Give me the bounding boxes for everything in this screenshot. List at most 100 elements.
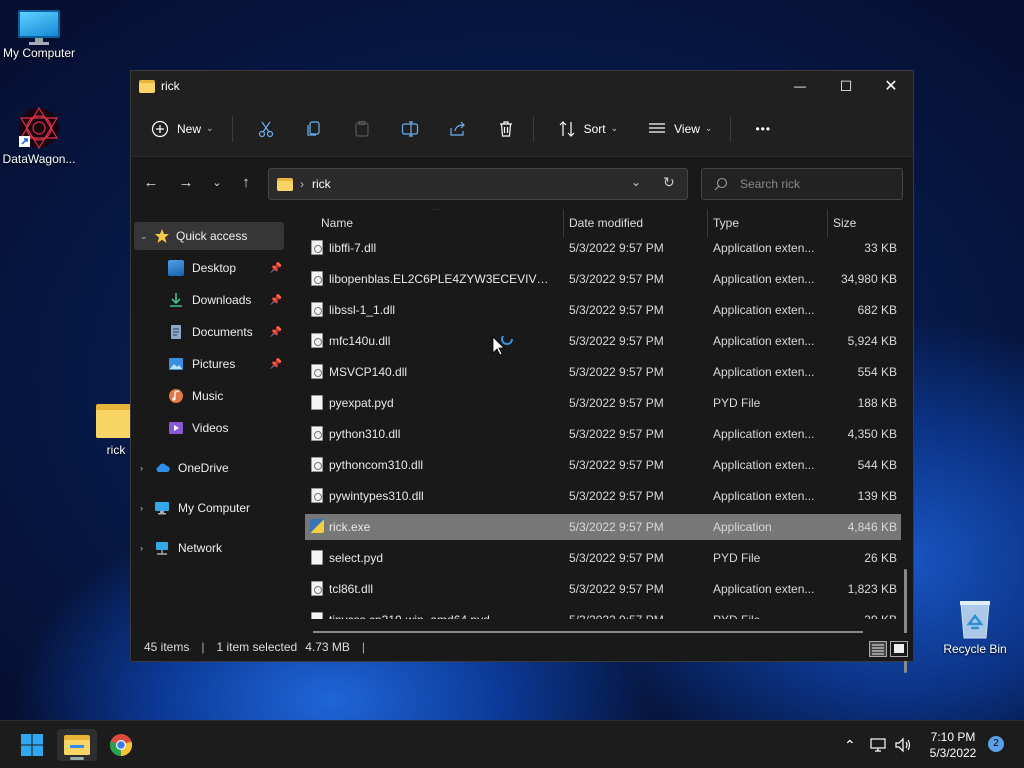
table-row[interactable]: tinycss.cp310-win_amd64.pyd 5/3/2022 9:57…	[305, 607, 901, 619]
sidebar-item-label: Pictures	[192, 357, 236, 371]
monitor-icon	[18, 10, 60, 45]
file-date: 5/3/2022 9:57 PM	[569, 365, 664, 379]
column-header-name[interactable]: Name	[321, 216, 353, 230]
music-icon	[169, 389, 183, 403]
maximize-button[interactable]: ☐	[823, 71, 869, 101]
table-row[interactable]: select.pyd 5/3/2022 9:57 PM PYD File 26 KB	[305, 545, 901, 571]
column-header-type[interactable]: Type	[713, 216, 739, 230]
tray-overflow-button[interactable]: ⌃	[844, 721, 856, 768]
sidebar-item-quick-access[interactable]: ⌄ Quick access	[134, 222, 284, 250]
file-rows: libffi-7.dll 5/3/2022 9:57 PM Application …	[293, 237, 913, 619]
desktop-icon-datawagon[interactable]: DataWagon...	[0, 106, 79, 166]
sidebar-item-pictures[interactable]: Pictures 📌	[168, 350, 286, 378]
column-header-size[interactable]: Size	[833, 216, 856, 230]
arrow-right-icon: →	[178, 174, 194, 191]
table-row-selected[interactable]: rick.exe 5/3/2022 9:57 PM Application 4,846…	[305, 514, 901, 540]
details-view-button[interactable]	[869, 641, 887, 657]
sidebar-item-downloads[interactable]: Downloads 📌	[168, 286, 286, 314]
taskbar-chrome[interactable]	[101, 729, 141, 761]
search-input[interactable]	[740, 177, 900, 191]
minimize-button[interactable]: —	[777, 71, 823, 101]
file-type: Application exten...	[713, 241, 815, 255]
network-wired-icon	[870, 738, 886, 752]
notification-badge[interactable]: 2	[988, 736, 1004, 752]
recent-locations-button[interactable]: ⌄	[207, 173, 227, 193]
copy-button[interactable]	[299, 113, 329, 145]
column-divider[interactable]	[707, 209, 708, 237]
file-name: pythoncom310.dll	[329, 458, 424, 472]
close-button[interactable]: ✕	[868, 71, 914, 101]
table-row[interactable]: pywintypes310.dll 5/3/2022 9:57 PM Applica…	[305, 483, 901, 509]
file-name: python310.dll	[329, 427, 401, 441]
new-button[interactable]: New ⌄	[145, 113, 220, 145]
column-divider[interactable]	[827, 209, 828, 237]
refresh-icon[interactable]: ↻	[663, 174, 675, 191]
chevron-down-icon: ⌄	[610, 123, 619, 133]
share-button[interactable]	[443, 113, 473, 145]
sidebar-item-onedrive[interactable]: › OneDrive	[140, 454, 286, 482]
back-button[interactable]: ←	[141, 173, 161, 193]
close-icon: ✕	[884, 78, 898, 95]
network-status-button[interactable]	[870, 721, 888, 768]
chrome-icon	[109, 734, 133, 757]
file-explorer-icon	[64, 735, 90, 755]
column-header-date[interactable]: Date modified	[569, 216, 643, 230]
table-row[interactable]: tcl86t.dll 5/3/2022 9:57 PM Application ex…	[305, 576, 901, 602]
sort-button[interactable]: Sort ⌄	[552, 113, 625, 145]
forward-button[interactable]: →	[176, 173, 196, 193]
view-button[interactable]: View ⌄	[642, 113, 718, 145]
delete-button[interactable]	[491, 113, 521, 145]
table-row[interactable]: libopenblas.EL2C6PLE4ZYW3ECEVIV3OX... 5/3…	[305, 266, 901, 292]
sidebar-item-videos[interactable]: Videos	[168, 414, 286, 442]
breadcrumb-rick[interactable]: rick	[312, 177, 331, 191]
dll-file-icon	[311, 364, 323, 379]
python-exe-icon	[310, 519, 324, 533]
title-bar[interactable]: rick — ☐ ✕	[131, 71, 913, 101]
desktop-icon-my-computer[interactable]: My Computer	[0, 10, 79, 60]
table-row[interactable]: pyexpat.pyd 5/3/2022 9:57 PM PYD File 188 K…	[305, 390, 901, 416]
file-icon	[311, 550, 323, 565]
sidebar-item-label: Downloads	[192, 293, 252, 307]
table-row[interactable]: libssl-1_1.dll 5/3/2022 9:57 PM Applicatio…	[305, 297, 901, 323]
sort-ascending-icon: ^	[433, 209, 438, 216]
table-row[interactable]: libffi-7.dll 5/3/2022 9:57 PM Application …	[305, 237, 901, 261]
table-row[interactable]: pythoncom310.dll 5/3/2022 9:57 PM Applicat…	[305, 452, 901, 478]
file-date: 5/3/2022 9:57 PM	[569, 458, 664, 472]
column-header-row: ^ Name Date modified Type Size	[293, 209, 913, 237]
sidebar-item-my-computer[interactable]: › My Computer	[140, 494, 286, 522]
sidebar-item-music[interactable]: Music	[168, 382, 286, 410]
address-bar[interactable]: › rick ⌄ ↻	[268, 168, 688, 200]
sidebar-item-label: Network	[178, 541, 223, 555]
volume-button[interactable]	[894, 721, 912, 768]
sidebar-item-network[interactable]: › Network	[140, 534, 286, 562]
up-button[interactable]: ↑	[236, 173, 256, 193]
taskbar-file-explorer[interactable]	[57, 729, 97, 761]
file-type: Application exten...	[713, 303, 815, 317]
system-clock[interactable]: 7:10 PM 5/3/2022	[918, 729, 988, 761]
table-row[interactable]: MSVCP140.dll 5/3/2022 9:57 PM Application …	[305, 359, 901, 385]
paste-button[interactable]	[347, 113, 377, 145]
column-divider[interactable]	[563, 209, 564, 237]
address-dropdown-icon[interactable]: ⌄	[631, 175, 641, 189]
cut-button[interactable]	[251, 113, 281, 145]
sidebar-item-desktop[interactable]: Desktop 📌	[168, 254, 286, 282]
pin-icon: 📌	[269, 358, 282, 370]
search-box[interactable]	[701, 168, 903, 200]
rename-button[interactable]	[395, 113, 425, 145]
file-type: Application exten...	[713, 334, 815, 348]
table-row[interactable]: mfc140u.dll 5/3/2022 9:57 PM Application e…	[305, 328, 901, 354]
table-row[interactable]: python310.dll 5/3/2022 9:57 PM Application…	[305, 421, 901, 447]
file-name: mfc140u.dll	[329, 334, 391, 348]
toolbar-divider	[532, 115, 534, 142]
thumbnail-view-button[interactable]	[890, 641, 908, 657]
file-explorer-window: rick — ☐ ✕ New ⌄ Sort ⌄ View ⌄ ••• ← → ⌄…	[130, 70, 914, 673]
start-button[interactable]	[12, 729, 52, 761]
dll-file-icon	[311, 581, 323, 596]
sidebar-item-documents[interactable]: Documents 📌	[168, 318, 286, 346]
file-type: PYD File	[713, 396, 761, 410]
more-options-button[interactable]: •••	[749, 113, 777, 145]
chevron-down-icon: ⌄	[212, 177, 222, 189]
file-type: Application exten...	[713, 272, 815, 286]
desktop-icon-recycle-bin[interactable]: Recycle Bin	[935, 598, 1015, 656]
chevron-down-icon: ⌄	[140, 230, 148, 241]
